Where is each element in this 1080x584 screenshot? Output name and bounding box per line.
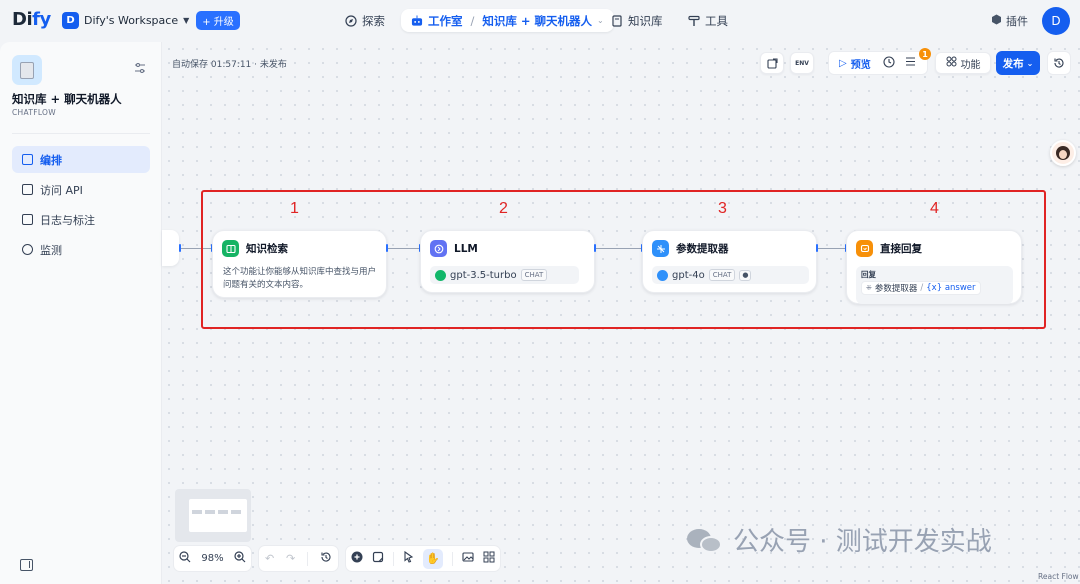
sidebar-item-api-access[interactable]: 访问 API [12,176,150,203]
watermark-text: 公众号 · 测试开发实战 [733,527,992,557]
organize-nodes-icon[interactable] [483,551,495,566]
pointer-icon[interactable] [403,550,414,566]
play-icon: ▷ [839,57,847,69]
minimap[interactable] [175,489,251,542]
autosave-status: 自动保存 01:57:11 · 未发布 [172,60,287,70]
canvas-tools: ✋ [345,545,501,572]
app-mode: CHATFLOW [12,108,56,117]
app-icon [12,55,42,85]
app-sidebar: 知识库 + 聊天机器人 CHATFLOW 编排 访问 API 日志与标注 监测 [0,42,162,584]
workspace-avatar: D [62,12,79,29]
undo-icon[interactable]: ↶ [265,552,274,565]
grid-icon [946,56,957,70]
app-title: 知识库 + 聊天机器人 [12,92,122,106]
nav-knowledge[interactable]: 知识库 [611,9,663,32]
terminal-icon [22,184,33,195]
nav-studio[interactable]: 工作室 / 知识库 + 聊天机器人 ⌄ [401,9,614,32]
version-history-icon[interactable] [1047,51,1071,75]
dify-logo[interactable]: Dify [12,9,51,30]
import-dsl-icon[interactable] [760,52,784,74]
layout-icon [22,154,33,165]
checklist-icon[interactable] [905,56,916,70]
sidebar-item-logs[interactable]: 日志与标注 [12,206,150,233]
run-history-icon[interactable] [883,55,895,71]
chevron-down-icon: ⌄ [597,16,604,25]
checklist-badge: 1 [919,48,931,60]
settings-sliders-icon[interactable] [134,62,146,74]
gauge-icon [22,244,33,255]
cube-icon [991,14,1002,28]
robot-icon [411,14,423,27]
zoom-out-icon[interactable] [179,551,191,566]
book-icon [611,14,623,27]
workspace-switcher[interactable]: D Dify's Workspace ▼ + 升级 [62,11,240,30]
step-number-2: 2 [499,200,508,217]
react-flow-attribution[interactable]: React Flow [1038,572,1079,581]
step-number-1: 1 [290,200,299,217]
history-icon[interactable] [320,551,332,566]
annotation-highlight-box [201,190,1046,329]
workspace-name: Dify's Workspace [84,14,179,27]
publish-button[interactable]: 发布 ⌄ [996,51,1040,75]
sidebar-item-monitoring[interactable]: 监测 [12,236,150,263]
top-bar: Dify D Dify's Workspace ▼ + 升级 探索 工作室 / … [0,0,1080,42]
plugins-button[interactable]: 插件 [991,13,1028,29]
wechat-icon [687,527,725,553]
watermark: 公众号 · 测试开发实战 [687,521,992,558]
sidebar-item-orchestrate[interactable]: 编排 [12,146,150,173]
step-number-4: 4 [930,200,939,217]
sidebar-menu: 编排 访问 API 日志与标注 监测 [12,146,150,266]
export-image-icon[interactable] [462,551,474,566]
start-node-partial[interactable] [162,230,179,266]
file-list-icon [22,214,33,225]
add-note-icon[interactable] [372,551,384,566]
user-avatar[interactable]: D [1042,7,1070,35]
chevron-down-icon: ▼ [183,16,190,25]
compass-icon [345,14,357,27]
add-node-icon[interactable] [351,551,363,566]
step-number-3: 3 [718,200,727,217]
collapse-sidebar-icon[interactable] [20,559,33,571]
chevron-down-icon: ⌄ [1026,58,1034,68]
features-button[interactable]: 功能 [935,52,991,74]
hand-icon[interactable]: ✋ [423,548,444,569]
zoom-controls: 98% [173,545,252,572]
nav-tools[interactable]: 工具 [688,9,728,32]
history-controls: ↶ ↷ [258,545,339,572]
hammer-icon [688,15,700,27]
upgrade-button[interactable]: + 升级 [196,11,240,30]
zoom-level[interactable]: 98% [201,553,223,564]
divider [12,133,150,134]
preview-group: ▷ 预览 [828,51,928,75]
redo-icon[interactable]: ↷ [286,552,295,565]
preview-button[interactable]: ▷ 预览 [829,56,871,71]
zoom-in-icon[interactable] [234,551,246,566]
assistant-avatar[interactable] [1050,140,1076,166]
current-app-breadcrumb[interactable]: 知识库 + 聊天机器人 [482,13,592,29]
env-variables-button[interactable]: ENV [790,52,814,74]
nav-explore[interactable]: 探索 [345,9,385,32]
